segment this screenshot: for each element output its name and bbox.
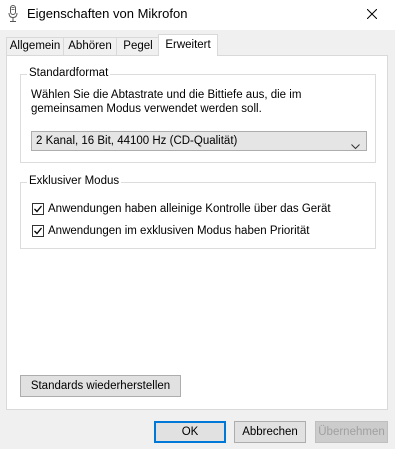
exclusive-control-checkbox[interactable] <box>32 203 44 215</box>
exclusive-mode-legend: Exklusiver Modus <box>27 175 122 187</box>
tab-erweitert[interactable]: Erweitert <box>158 34 218 56</box>
format-select-value: 2 Kanal, 16 Bit, 44100 Hz (CD-Qualität) <box>36 135 238 147</box>
close-icon <box>366 8 378 22</box>
standardformat-description: Wählen Sie die Abtastrate und die Bittie… <box>31 89 302 115</box>
close-button[interactable] <box>349 0 395 30</box>
tab-pegel[interactable]: Pegel <box>116 37 160 55</box>
checkmark-icon <box>34 227 43 235</box>
standardformat-legend: Standardformat <box>27 67 111 79</box>
title-bar: Eigenschaften von Mikrofon <box>0 0 395 30</box>
tab-allgemein[interactable]: Allgemein <box>6 37 64 55</box>
exclusive-priority-label: Anwendungen im exklusiven Modus haben Pr… <box>48 225 310 237</box>
apply-button[interactable]: Übernehmen <box>315 421 388 443</box>
exclusive-priority-checkbox[interactable] <box>32 225 44 237</box>
exclusive-control-label: Anwendungen haben alleinige Kontrolle üb… <box>48 203 331 215</box>
ok-button[interactable]: OK <box>154 421 226 443</box>
exclusive-control-option[interactable]: Anwendungen haben alleinige Kontrolle üb… <box>32 201 331 217</box>
microphone-icon <box>8 5 18 23</box>
cancel-button[interactable]: Abbrechen <box>234 421 306 443</box>
restore-defaults-button[interactable]: Standards wiederherstellen <box>20 375 181 397</box>
exclusive-priority-option[interactable]: Anwendungen im exklusiven Modus haben Pr… <box>32 223 309 239</box>
tab-panel: Standardformat Wählen Sie die Abtastrate… <box>6 55 388 410</box>
window-title: Eigenschaften von Mikrofon <box>27 6 188 21</box>
format-select[interactable]: 2 Kanal, 16 Bit, 44100 Hz (CD-Qualität) <box>31 131 367 151</box>
chevron-down-icon <box>351 138 360 156</box>
tab-abhoeren[interactable]: Abhören <box>63 37 117 55</box>
exclusive-mode-group: Exklusiver Modus Anwendungen haben allei… <box>20 175 376 249</box>
checkmark-icon <box>34 205 43 213</box>
standardformat-group: Standardformat Wählen Sie die Abtastrate… <box>20 67 376 163</box>
